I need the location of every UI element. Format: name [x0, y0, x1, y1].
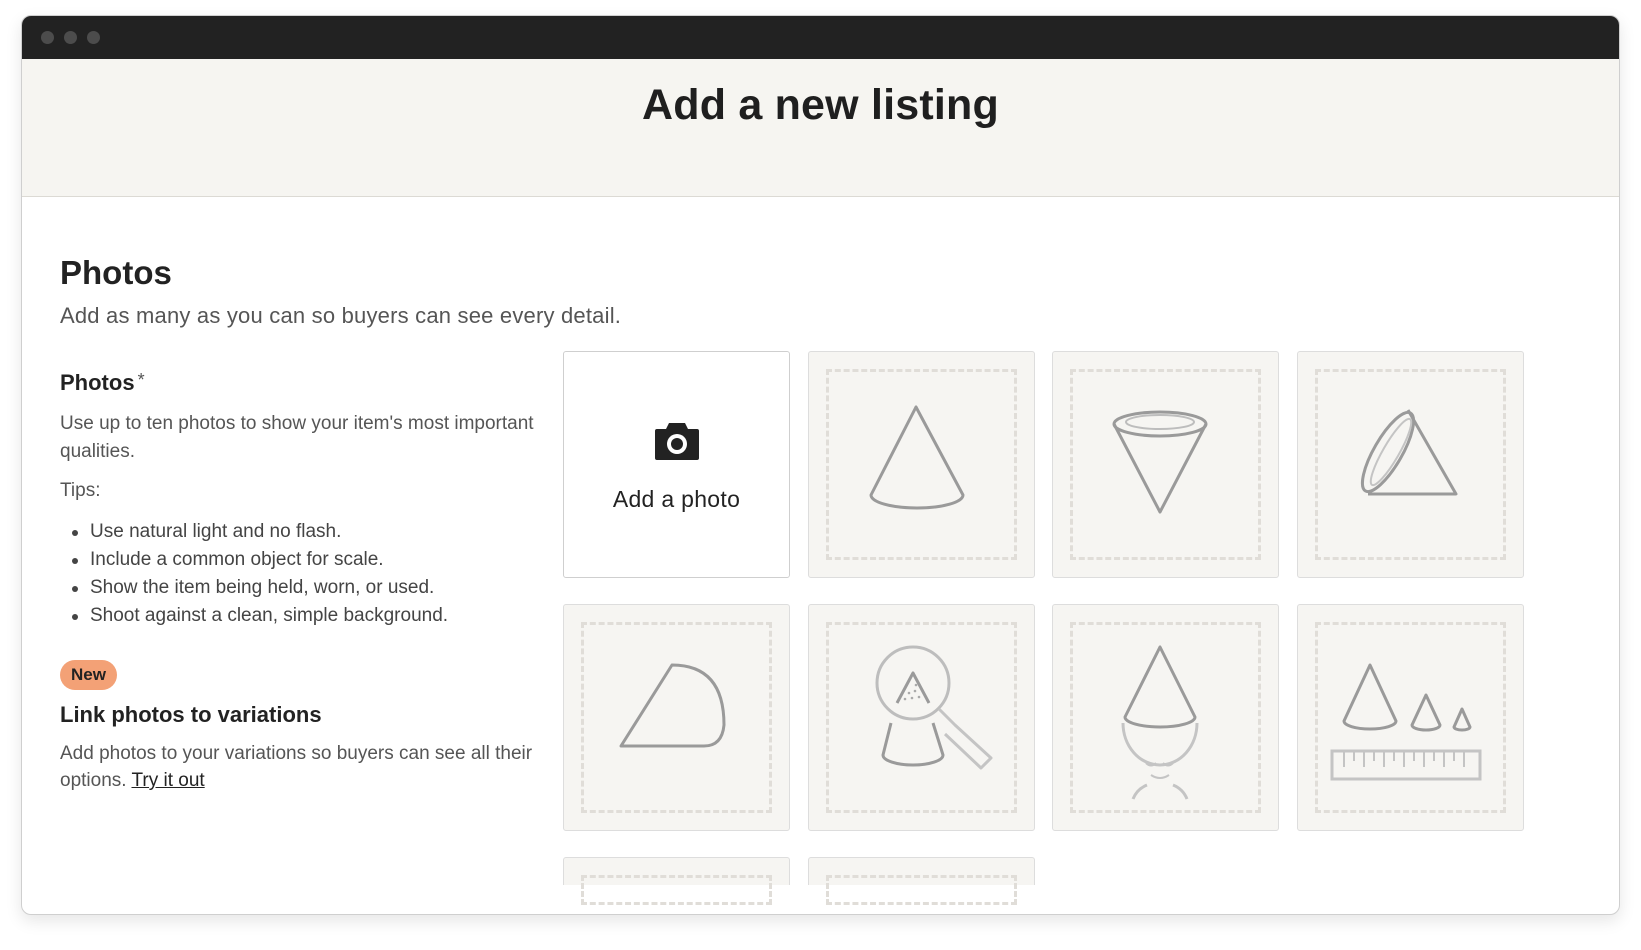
photo-slot[interactable]	[808, 604, 1035, 831]
required-marker: *	[137, 370, 145, 390]
camera-icon	[655, 423, 699, 460]
tips-label: Tips:	[60, 480, 101, 501]
photos-section: Photos Add as many as you can so buyers …	[22, 198, 1619, 914]
photo-slot[interactable]	[1297, 604, 1524, 831]
page-header: Add a new listing	[22, 59, 1619, 197]
window-titlebar	[22, 16, 1619, 59]
cone-angled-icon	[1360, 409, 1458, 496]
window-minimize-dot[interactable]	[64, 31, 77, 44]
cone-side-icon	[619, 663, 726, 748]
add-photo-button[interactable]: Add a photo	[563, 351, 790, 578]
photo-slot[interactable]	[563, 857, 790, 905]
page-title: Add a new listing	[642, 81, 999, 129]
add-photo-label: Add a photo	[612, 486, 741, 512]
photo-slot[interactable]	[1052, 351, 1279, 578]
photos-field-description: Use up to ten photos to show your item's…	[60, 413, 534, 462]
tip-item: Shoot against a clean, simple background…	[60, 602, 540, 630]
link-variations-title: Link photos to variations	[60, 702, 322, 727]
cone-detail-magnifier-icon	[875, 645, 993, 770]
cone-scale-ruler-icon	[1330, 663, 1482, 781]
section-subtitle: Add as many as you can so buyers can see…	[60, 303, 622, 328]
try-it-out-link[interactable]: Try it out	[131, 770, 204, 791]
cone-top-icon	[1112, 410, 1208, 514]
photo-slot[interactable]	[563, 604, 790, 831]
photo-slot[interactable]	[808, 351, 1035, 578]
cone-front-icon	[869, 405, 965, 510]
window-close-dot[interactable]	[41, 31, 54, 44]
browser-window: Add a new listing Photos Add as many as …	[21, 15, 1620, 915]
photo-slot[interactable]	[1052, 604, 1279, 831]
tip-item: Show the item being held, worn, or used.	[60, 574, 540, 602]
photo-slot[interactable]	[808, 857, 1035, 905]
tips-list: Use natural light and no flash. Include …	[60, 518, 540, 630]
window-maximize-dot[interactable]	[87, 31, 100, 44]
section-title: Photos	[60, 254, 172, 291]
link-variations-description: Add photos to your variations so buyers …	[60, 740, 540, 794]
cone-worn-icon	[1121, 645, 1199, 800]
photos-field-label: Photos *	[60, 370, 540, 396]
new-badge: New	[60, 660, 117, 690]
photos-label-text: Photos	[60, 370, 135, 395]
tip-item: Include a common object for scale.	[60, 546, 540, 574]
tip-item: Use natural light and no flash.	[60, 518, 540, 546]
photos-guidance: Photos * Use up to ten photos to show you…	[60, 370, 540, 794]
photo-slot[interactable]	[1297, 351, 1524, 578]
